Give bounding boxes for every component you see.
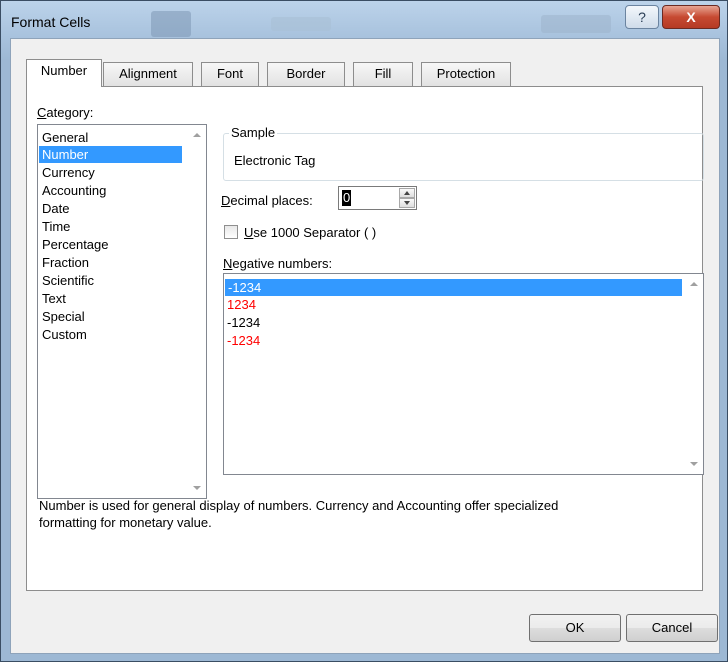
titlebar-background-blur (541, 15, 611, 33)
list-item[interactable]: Scientific (42, 272, 94, 289)
category-scrollbar[interactable] (189, 125, 206, 498)
list-item[interactable]: Custom (42, 326, 87, 343)
chevron-up-icon (404, 191, 410, 195)
negative-numbers-scrollbar[interactable] (686, 274, 703, 474)
tab-alignment[interactable]: Alignment (103, 62, 193, 86)
sample-value: Electronic Tag (234, 153, 316, 168)
tab-fill[interactable]: Fill (353, 62, 413, 86)
list-item[interactable]: Accounting (42, 182, 106, 199)
thousands-separator-checkbox[interactable] (224, 225, 238, 239)
cancel-button[interactable]: Cancel (626, 614, 718, 642)
list-item[interactable]: Currency (42, 164, 95, 181)
category-description-line1: Number is used for general display of nu… (39, 498, 559, 513)
tab-border[interactable]: Border (267, 62, 345, 86)
spin-buttons[interactable] (399, 188, 415, 208)
sample-legend: Sample (229, 125, 278, 140)
category-description-line2: formatting for monetary value. (39, 515, 212, 530)
list-item[interactable]: -1234 (227, 314, 260, 331)
tab-number[interactable]: Number (26, 59, 102, 87)
close-icon: X (686, 9, 696, 25)
decimal-places-label: Decimal places: (221, 193, 313, 208)
help-button[interactable]: ? (625, 5, 659, 29)
dialog-title: Format Cells (11, 14, 91, 30)
decimal-places-value[interactable]: 0 (342, 190, 352, 206)
list-item[interactable]: Text (42, 290, 66, 307)
chevron-down-icon (404, 201, 410, 205)
help-icon: ? (638, 9, 646, 25)
thousands-separator-label[interactable]: Use 1000 Separator ( ) (244, 225, 376, 240)
decimal-places-stepper[interactable]: 0 (338, 186, 417, 210)
negative-numbers-listbox[interactable]: -1234 1234 -1234 -1234 (223, 273, 704, 475)
spin-down-button[interactable] (399, 198, 415, 208)
close-button[interactable]: X (662, 5, 720, 29)
category-label: Category: (37, 105, 94, 120)
list-item[interactable]: Date (42, 200, 69, 217)
scroll-down-icon[interactable] (690, 462, 698, 466)
scroll-up-icon[interactable] (193, 133, 201, 137)
list-item[interactable]: -1234 (227, 332, 260, 349)
list-item[interactable]: General (42, 129, 88, 146)
tab-protection[interactable]: Protection (421, 62, 511, 86)
category-listbox[interactable]: General Number Currency Accounting Date … (37, 124, 207, 499)
titlebar-background-blur (151, 11, 191, 37)
list-item[interactable]: Time (42, 218, 70, 235)
scroll-up-icon[interactable] (690, 282, 698, 286)
spin-up-button[interactable] (399, 188, 415, 198)
scroll-down-icon[interactable] (193, 486, 201, 490)
list-item[interactable]: Percentage (42, 236, 109, 253)
list-item[interactable]: -1234 (225, 279, 682, 296)
list-item[interactable]: Number (39, 146, 182, 163)
ok-button[interactable]: OK (529, 614, 621, 642)
list-item[interactable]: 1234 (227, 296, 256, 313)
tab-font[interactable]: Font (201, 62, 259, 86)
list-item[interactable]: Special (42, 308, 85, 325)
negative-numbers-label: Negative numbers: (223, 256, 333, 271)
titlebar-background-blur (271, 17, 331, 31)
list-item[interactable]: Fraction (42, 254, 89, 271)
